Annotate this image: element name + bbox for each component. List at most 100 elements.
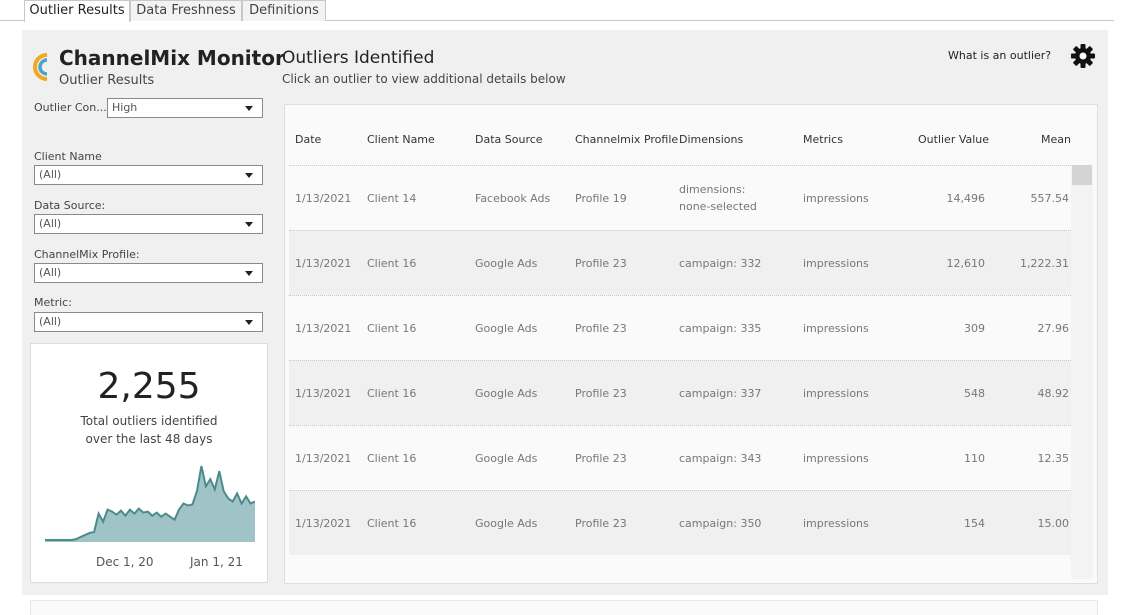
- gear-icon[interactable]: [1070, 43, 1096, 69]
- tab-definitions[interactable]: Definitions: [242, 0, 326, 21]
- column-header-metrics[interactable]: Metrics: [803, 133, 843, 146]
- gear-tooth: [1080, 44, 1086, 50]
- cell-data-source: Google Ads: [475, 387, 538, 400]
- cell-data-source: Google Ads: [475, 452, 538, 465]
- cell-date: 1/13/2021: [295, 452, 352, 465]
- total-outliers-caption: Total outliers identified: [80, 414, 218, 428]
- tab-outlier-results[interactable]: Outlier Results: [24, 0, 130, 22]
- chevron-down-icon: [245, 271, 253, 276]
- cell-date: 1/13/2021: [295, 322, 352, 335]
- cell-outlier-value: 154: [964, 517, 985, 530]
- table-scrollbar[interactable]: [1071, 165, 1093, 579]
- cell-profile: Profile 23: [575, 257, 627, 270]
- metric-filter-value: (All): [39, 315, 62, 328]
- client-name-filter-select[interactable]: (All): [34, 165, 263, 185]
- cell-client-name: Client 14: [367, 192, 417, 205]
- cell-dimensions: campaign: 343: [679, 452, 762, 465]
- cell-outlier-value: 14,496: [946, 192, 986, 205]
- outliers-title: Outliers Identified: [282, 48, 435, 68]
- column-header-dimensions[interactable]: Dimensions: [679, 133, 743, 146]
- cell-dimensions: campaign: 335: [679, 322, 762, 335]
- client-name-filter-label: Client Name: [34, 150, 102, 163]
- confidence-filter-label: Outlier Con...: [34, 101, 107, 114]
- cell-date: 1/13/2021: [295, 517, 352, 530]
- table-row[interactable]: 1/13/2021 Client 14 Facebook Ads Profile 19…: [289, 165, 1073, 230]
- chart-x-tick: Jan 1, 21: [190, 555, 243, 569]
- column-header-client-name[interactable]: Client Name: [367, 133, 435, 146]
- cell-profile: Profile 23: [575, 452, 627, 465]
- profile-filter-label: ChannelMix Profile:: [34, 248, 140, 261]
- what-is-outlier-link[interactable]: What is an outlier?: [948, 49, 1051, 62]
- cell-dimensions: campaign: 337: [679, 387, 762, 400]
- cell-profile: Profile 23: [575, 517, 627, 530]
- table-row[interactable]: 1/13/2021 Client 16 Google Ads Profile 23 ca…: [289, 490, 1073, 555]
- cell-mean: 27.96: [1037, 322, 1070, 335]
- cell-mean: 12.35: [1037, 452, 1070, 465]
- cell-data-source: Google Ads: [475, 322, 538, 335]
- app-subtitle: Outlier Results: [59, 73, 155, 88]
- cell-outlier-value: 12,610: [946, 257, 986, 270]
- gear-tooth: [1080, 62, 1086, 68]
- tab-data-freshness[interactable]: Data Freshness: [130, 0, 242, 21]
- column-header-profile[interactable]: Channelmix Profile: [575, 133, 678, 146]
- metric-filter-select[interactable]: (All): [34, 312, 263, 332]
- cell-metric: impressions: [803, 517, 869, 530]
- cell-client-name: Client 16: [367, 452, 417, 465]
- chart-x-tick: Dec 1, 20: [96, 555, 154, 569]
- cell-profile: Profile 23: [575, 387, 627, 400]
- profile-filter-value: (All): [39, 266, 62, 279]
- outliers-trend-chart[interactable]: [45, 464, 255, 544]
- client-name-filter-value: (All): [39, 168, 62, 181]
- outliers-subtitle: Click an outlier to view additional deta…: [282, 72, 566, 86]
- cell-client-name: Client 16: [367, 322, 417, 335]
- column-header-outlier-value[interactable]: Outlier Value: [918, 133, 989, 146]
- cell-mean: 15.00: [1037, 517, 1070, 530]
- gear-hole: [1079, 52, 1087, 60]
- channelmix-logo-icon: [33, 53, 48, 81]
- column-header-data-source[interactable]: Data Source: [475, 133, 543, 146]
- metric-filter-label: Metric:: [34, 296, 72, 309]
- table-scrollbar-thumb[interactable]: [1072, 165, 1092, 185]
- cell-metric: impressions: [803, 192, 869, 205]
- profile-filter-select[interactable]: (All): [34, 263, 263, 283]
- cell-data-source: Google Ads: [475, 517, 538, 530]
- table-row[interactable]: 1/13/2021 Client 16 Google Ads Profile 23 ca…: [289, 230, 1073, 295]
- cell-metric: impressions: [803, 257, 869, 270]
- table-row[interactable]: 1/13/2021 Client 16 Google Ads Profile 23 ca…: [289, 295, 1073, 360]
- cell-profile: Profile 23: [575, 322, 627, 335]
- cell-dimensions: campaign: 332: [679, 257, 762, 270]
- table-row[interactable]: 1/13/2021 Client 16 Google Ads Profile 23 ca…: [289, 360, 1073, 425]
- app-title: ChannelMix Monitor: [59, 46, 285, 70]
- chevron-down-icon: [245, 173, 253, 178]
- chevron-down-icon: [245, 106, 253, 111]
- column-header-date[interactable]: Date: [295, 133, 321, 146]
- cell-profile: Profile 19: [575, 192, 627, 205]
- column-header-mean[interactable]: Mean: [1041, 133, 1071, 146]
- table-row[interactable]: 1/13/2021 Client 16 Google Ads Profile 23 ca…: [289, 425, 1073, 490]
- data-source-filter-select[interactable]: (All): [34, 214, 263, 234]
- cell-mean: 48.92: [1037, 387, 1070, 400]
- gear-tooth: [1071, 53, 1077, 59]
- cell-dimensions: none-selected: [679, 200, 757, 213]
- chevron-down-icon: [245, 320, 253, 325]
- total-outliers-period: over the last 48 days: [85, 432, 213, 446]
- cell-data-source: Google Ads: [475, 257, 538, 270]
- cell-date: 1/13/2021: [295, 387, 352, 400]
- outlier-summary-card: 2,255 Total outliers identified over the…: [30, 343, 268, 583]
- cell-mean: 557.54: [1030, 192, 1070, 205]
- logo-inner-arc: [38, 58, 48, 76]
- confidence-filter-select[interactable]: High: [107, 98, 263, 118]
- details-panel: [30, 600, 1098, 615]
- cell-dimensions: campaign: 350: [679, 517, 762, 530]
- cell-outlier-value: 548: [964, 387, 985, 400]
- cell-outlier-value: 110: [964, 452, 985, 465]
- cell-dimensions: dimensions:: [679, 183, 746, 196]
- chevron-down-icon: [245, 222, 253, 227]
- gear-tooth: [1089, 53, 1095, 59]
- cell-metric: impressions: [803, 322, 869, 335]
- cell-client-name: Client 16: [367, 257, 417, 270]
- confidence-filter-value: High: [112, 101, 138, 114]
- total-outliers-value: 2,255: [97, 366, 201, 407]
- cell-date: 1/13/2021: [295, 257, 352, 270]
- data-source-filter-label: Data Source:: [34, 199, 106, 212]
